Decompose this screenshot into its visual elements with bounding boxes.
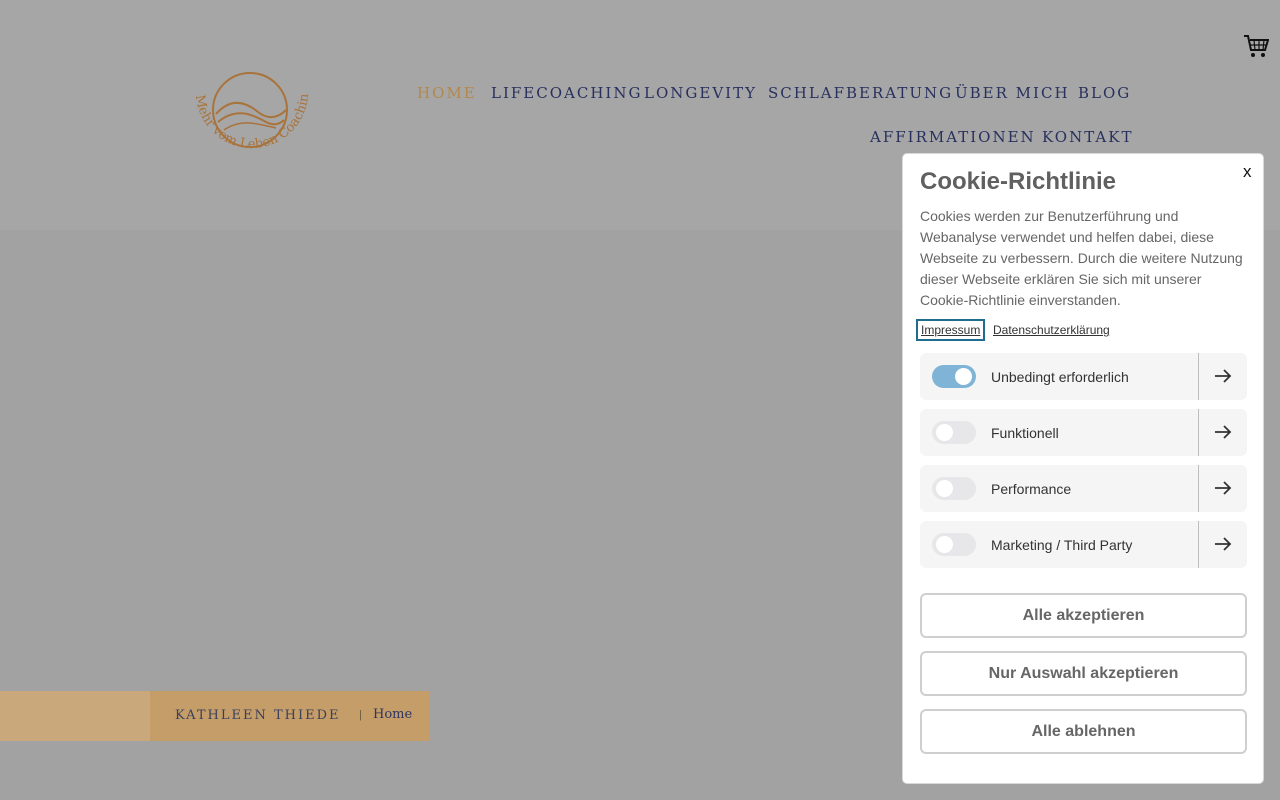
divider [1198, 465, 1199, 512]
arrow-right-icon[interactable] [1212, 534, 1234, 554]
toggle-necessary[interactable] [932, 365, 976, 388]
category-label: Marketing / Third Party [991, 537, 1133, 553]
nav-schlafberatung[interactable]: SCHLAFBERATUNG [768, 84, 953, 102]
arrow-right-icon[interactable] [1212, 366, 1234, 386]
datenschutz-link[interactable]: Datenschutzerklärung [993, 323, 1110, 337]
nav-kontakt[interactable]: KONTAKT [1042, 128, 1133, 146]
toggle-knob [955, 368, 972, 385]
nav-affirmationen[interactable]: AFFIRMATIONEN [870, 128, 1036, 146]
divider [1198, 353, 1199, 400]
category-label: Performance [991, 481, 1072, 497]
close-button[interactable]: x [1243, 162, 1252, 182]
nav-home[interactable]: HOME [417, 84, 477, 102]
toggle-knob [936, 480, 953, 497]
toggle-knob [936, 424, 953, 441]
modal-description: Cookies werden zur Benutzerführung und W… [920, 208, 1243, 308]
divider [1198, 409, 1199, 456]
divider [1198, 521, 1199, 568]
nav-lifecoaching[interactable]: LIFECOACHING [491, 84, 642, 102]
category-row-functional: Funktionell [920, 409, 1247, 456]
arrow-right-icon[interactable] [1212, 422, 1234, 442]
nav-ueber-mich[interactable]: ÜBER MICH [955, 84, 1070, 102]
category-row-marketing: Marketing / Third Party [920, 521, 1247, 568]
breadcrumb-bar [0, 691, 150, 741]
category-row-performance: Performance [920, 465, 1247, 512]
cookie-modal: x Cookie-Richtlinie Cookies werden zur B… [902, 153, 1264, 784]
accept-selection-button[interactable]: Nur Auswahl akzeptieren [920, 651, 1247, 696]
breadcrumb-brand[interactable]: KATHLEEN THIEDE [175, 708, 341, 723]
toggle-marketing[interactable] [932, 533, 976, 556]
modal-title: Cookie-Richtlinie [920, 168, 1117, 195]
category-label: Unbedingt erforderlich [991, 369, 1129, 385]
nav-blog[interactable]: BLOG [1078, 84, 1131, 102]
arrow-right-icon[interactable] [1212, 478, 1234, 498]
reject-all-button[interactable]: Alle ablehnen [920, 709, 1247, 754]
logo[interactable]: Mehr vom Leben Coaching [186, 62, 316, 172]
toggle-performance[interactable] [932, 477, 976, 500]
toggle-functional[interactable] [932, 421, 976, 444]
accept-all-button[interactable]: Alle akzeptieren [920, 593, 1247, 638]
category-label: Funktionell [991, 425, 1059, 441]
impressum-link[interactable]: Impressum [916, 319, 986, 341]
toggle-knob [936, 536, 953, 553]
breadcrumb-current: Home [373, 707, 413, 722]
breadcrumb-separator: | [359, 709, 362, 721]
nav-longevity[interactable]: LONGEVITY [644, 84, 757, 102]
cart-icon[interactable] [1243, 34, 1269, 58]
category-row-necessary: Unbedingt erforderlich [920, 353, 1247, 400]
